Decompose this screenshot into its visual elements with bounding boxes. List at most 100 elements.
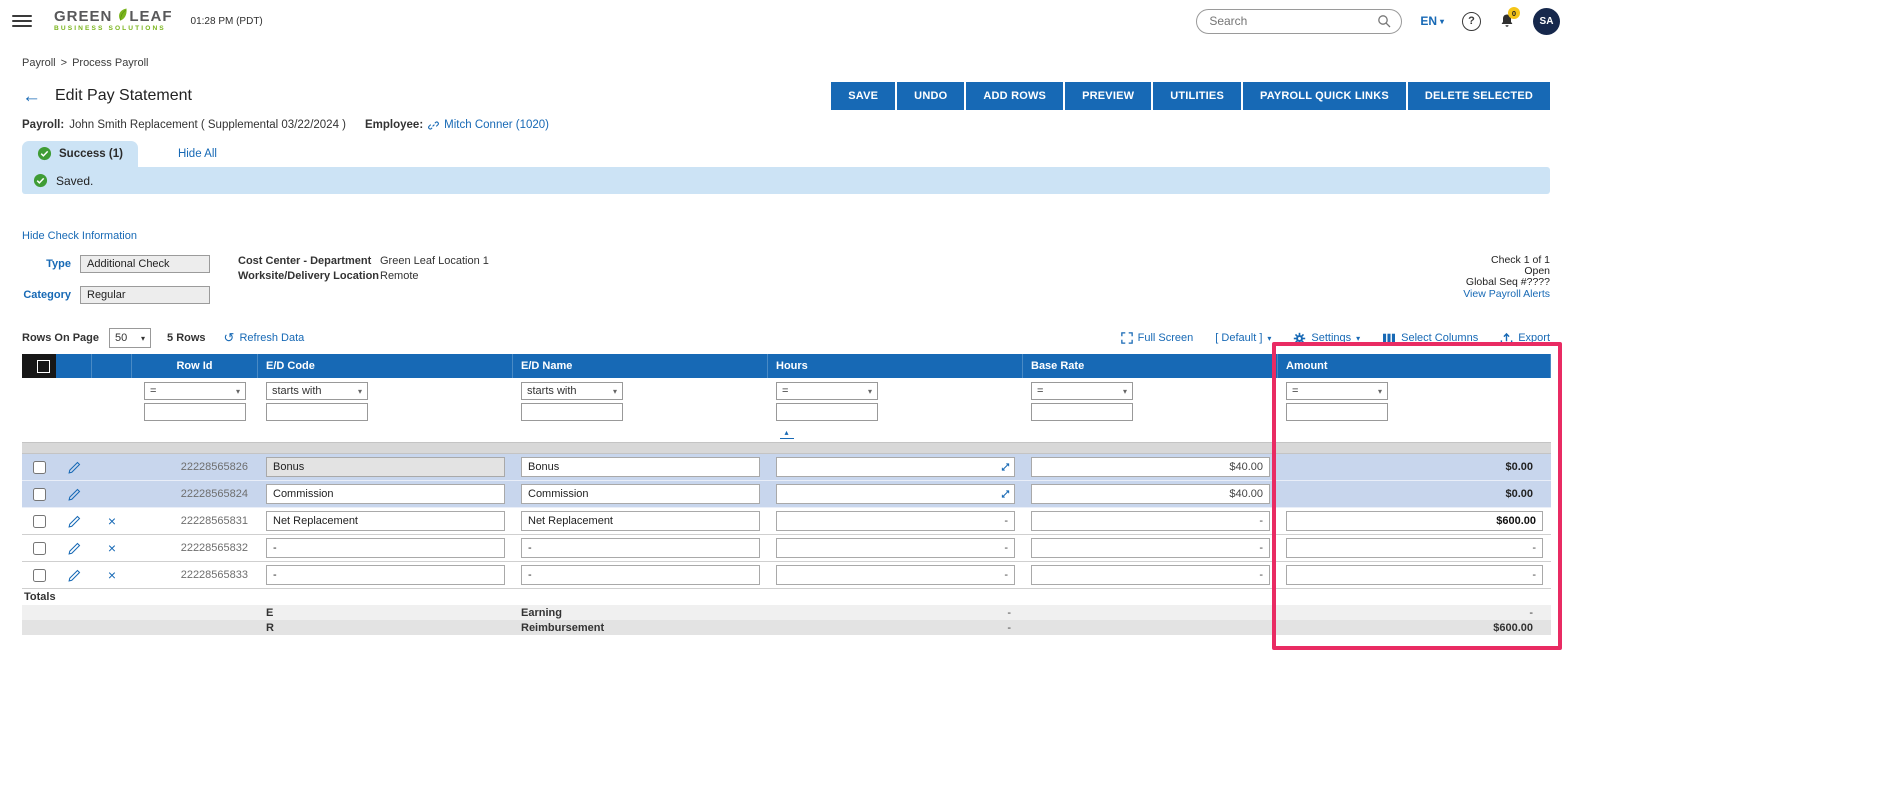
view-selector[interactable]: [ Default ] ▾: [1215, 332, 1271, 344]
hours-filter-input[interactable]: [776, 403, 878, 421]
delete-selected-button[interactable]: DELETE SELECTED: [1407, 82, 1550, 110]
ed-name-input[interactable]: [521, 457, 760, 477]
edit-pencil-icon[interactable]: [67, 461, 81, 474]
base-rate-input[interactable]: [1031, 457, 1270, 477]
base-rate-input[interactable]: [1031, 538, 1270, 558]
back-arrow-icon[interactable]: ←: [22, 87, 41, 106]
ed-code-filter-input[interactable]: [266, 403, 368, 421]
tab-success[interactable]: Success (1): [22, 141, 138, 167]
amount-input[interactable]: [1286, 565, 1543, 585]
column-header-base-rate[interactable]: Base Rate: [1023, 354, 1278, 378]
ed-name-input[interactable]: [521, 484, 760, 504]
ed-code-input[interactable]: [266, 484, 505, 504]
hours-input[interactable]: [776, 511, 1015, 531]
row-select-checkbox[interactable]: [32, 568, 46, 582]
amount-input[interactable]: [1286, 511, 1543, 531]
base-rate-input[interactable]: [1031, 511, 1270, 531]
utilities-button[interactable]: UTILITIES: [1153, 82, 1241, 110]
settings-button[interactable]: Settings ▾: [1293, 332, 1360, 345]
row-id-filter-operator[interactable]: = ▾: [144, 382, 246, 400]
amount-input[interactable]: [1286, 538, 1543, 558]
select-all-checkbox[interactable]: [36, 359, 50, 373]
base-rate-input[interactable]: [1031, 565, 1270, 585]
add-rows-button[interactable]: ADD ROWS: [966, 82, 1064, 110]
edit-pencil-icon[interactable]: [67, 569, 81, 582]
column-header-ed-name[interactable]: E/D Name: [513, 354, 768, 378]
payroll-quick-links-button[interactable]: PAYROLL QUICK LINKS: [1242, 82, 1406, 110]
help-icon[interactable]: ?: [1462, 11, 1481, 31]
avatar[interactable]: SA: [1533, 7, 1560, 35]
ed-code-input[interactable]: [266, 511, 505, 531]
column-header-row-id[interactable]: Row Id: [132, 354, 258, 378]
hours-input[interactable]: [776, 565, 1015, 585]
table-row: × 22228565832: [22, 535, 1551, 562]
hours-input[interactable]: [776, 538, 1015, 558]
search-input[interactable]: [1207, 13, 1378, 29]
hours-input[interactable]: [776, 484, 1015, 504]
preview-button[interactable]: PREVIEW: [1065, 82, 1152, 110]
language-selector[interactable]: EN ▾: [1420, 14, 1444, 28]
chevron-down-icon: ▾: [1267, 333, 1272, 343]
hide-check-information-link[interactable]: Hide Check Information: [22, 230, 137, 242]
check-category-input[interactable]: [80, 286, 210, 304]
ed-code-input[interactable]: [266, 457, 505, 477]
hours-filter-operator[interactable]: = ▾: [776, 382, 878, 400]
saved-alert-bar: Saved.: [22, 167, 1550, 194]
select-all-cell: [22, 354, 56, 378]
breadcrumb-process-payroll[interactable]: Process Payroll: [72, 57, 148, 69]
rows-on-page-select[interactable]: 50 ▾: [109, 328, 152, 348]
refresh-label: Refresh Data: [239, 332, 305, 344]
ed-code-input[interactable]: [266, 538, 505, 558]
breadcrumb-payroll[interactable]: Payroll: [22, 57, 56, 69]
edit-pencil-icon[interactable]: [67, 488, 81, 501]
base-rate-filter-input[interactable]: [1031, 403, 1133, 421]
select-columns-button[interactable]: Select Columns: [1382, 332, 1478, 344]
undo-button[interactable]: UNDO: [897, 82, 965, 110]
totals-reimbursement-row: R Reimbursement - $600.00: [22, 620, 1551, 635]
grid-header-row: Row Id E/D Code E/D Name Hours Base Rate…: [22, 354, 1551, 378]
refresh-data-link[interactable]: ↺ Refresh Data: [224, 330, 305, 346]
column-header-hours[interactable]: Hours: [768, 354, 1023, 378]
delete-x-icon[interactable]: ×: [108, 568, 116, 582]
row-select-checkbox[interactable]: [32, 487, 46, 501]
ed-name-input[interactable]: [521, 538, 760, 558]
ed-name-input[interactable]: [521, 511, 760, 531]
search-icon[interactable]: [1377, 14, 1391, 28]
filter-op-label: starts with: [527, 385, 577, 397]
row-select-checkbox[interactable]: [32, 460, 46, 474]
save-button[interactable]: SAVE: [831, 82, 896, 110]
collapse-filters-button[interactable]: ▴: [779, 429, 794, 439]
hamburger-menu-icon[interactable]: [12, 15, 32, 27]
base-rate-filter-operator[interactable]: = ▾: [1031, 382, 1133, 400]
ed-code-filter-operator[interactable]: starts with ▾: [266, 382, 368, 400]
export-button[interactable]: Export: [1500, 332, 1550, 345]
full-screen-button[interactable]: Full Screen: [1120, 332, 1193, 344]
notification-bell-icon[interactable]: 0: [1499, 7, 1520, 29]
settings-label: Settings: [1311, 332, 1352, 344]
column-header-amount[interactable]: Amount: [1278, 354, 1551, 378]
delete-x-icon[interactable]: ×: [108, 541, 116, 555]
ed-name-filter-operator[interactable]: starts with ▾: [521, 382, 623, 400]
row-select-checkbox[interactable]: [32, 514, 46, 528]
rows-on-page-label: Rows On Page: [22, 332, 100, 344]
base-rate-input[interactable]: [1031, 484, 1270, 504]
row-id-filter-input[interactable]: [144, 403, 246, 421]
amount-filter-operator[interactable]: = ▾: [1286, 382, 1388, 400]
expand-icon[interactable]: [1001, 463, 1010, 472]
column-header-ed-code[interactable]: E/D Code: [258, 354, 513, 378]
amount-filter-input[interactable]: [1286, 403, 1388, 421]
expand-icon[interactable]: [1001, 490, 1010, 499]
check-type-input[interactable]: [80, 255, 210, 273]
edit-pencil-icon[interactable]: [67, 542, 81, 555]
employee-link[interactable]: Mitch Conner (1020): [444, 119, 549, 131]
row-select-checkbox[interactable]: [32, 541, 46, 555]
breadcrumb: Payroll > Process Payroll: [22, 57, 1572, 69]
ed-code-input[interactable]: [266, 565, 505, 585]
hours-input[interactable]: [776, 457, 1015, 477]
hide-all-link[interactable]: Hide All: [178, 148, 217, 160]
ed-name-input[interactable]: [521, 565, 760, 585]
ed-name-filter-input[interactable]: [521, 403, 623, 421]
edit-pencil-icon[interactable]: [67, 515, 81, 528]
view-payroll-alerts-link[interactable]: View Payroll Alerts: [1463, 289, 1550, 300]
delete-x-icon[interactable]: ×: [108, 514, 116, 528]
